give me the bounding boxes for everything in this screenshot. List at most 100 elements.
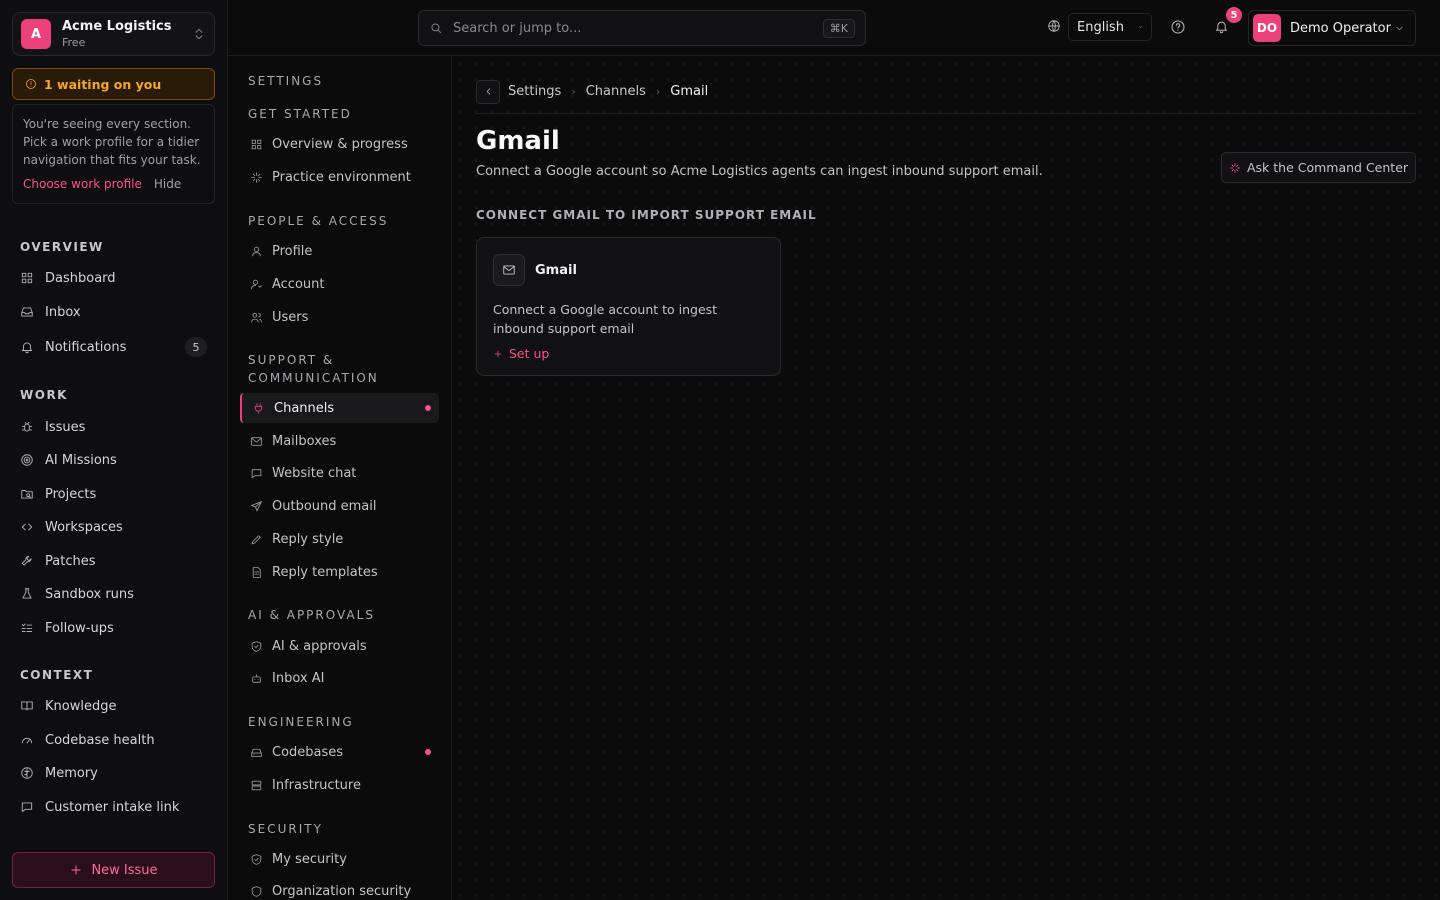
sidebar-item-label: Inbox	[45, 304, 81, 320]
global-search[interactable]: ⌘K	[418, 10, 866, 46]
back-button[interactable]	[476, 79, 500, 104]
sidebar-item-sandbox-runs[interactable]: Sandbox runs	[12, 580, 215, 608]
settings-item-channels[interactable]: Channels	[240, 393, 439, 423]
settings-item-overview-progress[interactable]: Overview & progress	[240, 129, 439, 159]
page-description: Connect a Google account so Acme Logisti…	[476, 164, 1043, 179]
settings-group-engineering: ENGINEERING	[248, 715, 354, 729]
breadcrumb-settings[interactable]: Settings	[508, 84, 561, 99]
grid-icon	[251, 139, 262, 149]
target-icon	[21, 454, 33, 466]
work-profile-hint: You're seeing every section. Pick a work…	[12, 104, 215, 204]
bot-icon	[252, 673, 261, 683]
sidebar-item-label: Projects	[45, 486, 97, 502]
flask-icon	[22, 588, 32, 599]
settings-item-account[interactable]: Account	[240, 269, 439, 299]
sidebar-item-customer-intake-link[interactable]: Customer intake link	[12, 793, 215, 821]
sidebar-item-notifications[interactable]: Notifications 5	[12, 333, 215, 361]
sidebar-item-label: Follow-ups	[45, 620, 114, 636]
set-up-button[interactable]: Set up	[493, 346, 764, 361]
breadcrumb-channels[interactable]: Channels	[586, 84, 646, 99]
settings-item-reply-templates[interactable]: Reply templates	[240, 557, 439, 587]
page-title: Gmail	[476, 126, 560, 156]
org-logo: A	[21, 19, 51, 49]
primary-sidebar: A Acme Logistics Free 1 waiting on you Y…	[0, 0, 228, 900]
new-issue-button[interactable]: New Issue	[12, 852, 215, 888]
settings-item-label: Reply style	[272, 531, 344, 547]
sidebar-item-label: Dashboard	[45, 270, 116, 286]
settings-item-reply-style[interactable]: Reply style	[240, 524, 439, 554]
section-title: CONNECT GMAIL TO IMPORT SUPPORT EMAIL	[476, 208, 817, 222]
sidebar-item-projects[interactable]: Projects	[12, 480, 215, 508]
settings-item-inbox-ai[interactable]: Inbox AI	[240, 663, 439, 693]
search-shortcut: ⌘K	[822, 18, 855, 38]
plus-icon	[494, 350, 502, 357]
bell-icon	[21, 342, 33, 354]
waiting-on-you-banner[interactable]: 1 waiting on you	[12, 68, 215, 100]
hard-drive-icon	[251, 748, 262, 757]
settings-item-ai-approvals[interactable]: AI & approvals	[240, 631, 439, 661]
sidebar-item-label: Issues	[45, 419, 86, 435]
user-menu[interactable]: DO Demo Operator	[1248, 10, 1416, 46]
settings-title: SETTINGS	[248, 74, 324, 88]
settings-item-profile[interactable]: Profile	[240, 236, 439, 266]
settings-item-users[interactable]: Users	[240, 302, 439, 332]
settings-item-label: My security	[272, 851, 347, 867]
folder-search-icon	[21, 490, 33, 499]
sidebar-item-workspaces[interactable]: Workspaces	[12, 513, 215, 541]
chevron-left-icon	[486, 88, 490, 95]
section-title-context: CONTEXT	[20, 668, 94, 682]
waiting-label: 1 waiting on you	[44, 76, 162, 92]
sidebar-item-label: Sandbox runs	[45, 586, 134, 602]
notification-count-badge: 5	[1226, 7, 1242, 23]
sidebar-item-dashboard[interactable]: Dashboard	[12, 264, 215, 292]
book-icon	[21, 701, 33, 711]
org-switcher[interactable]: A Acme Logistics Free	[12, 12, 215, 56]
sidebar-item-inbox[interactable]: Inbox	[12, 298, 215, 326]
sidebar-item-codebase-health[interactable]: Codebase health	[12, 726, 215, 754]
settings-item-practice-environment[interactable]: Practice environment	[240, 162, 439, 192]
chevron-down-icon	[1139, 26, 1142, 28]
shield-icon	[251, 885, 262, 897]
chevron-right-icon: ›	[655, 85, 661, 98]
help-icon[interactable]	[1170, 19, 1186, 35]
ask-command-center-label: Ask the Command Center	[1246, 160, 1409, 175]
ask-command-center-button[interactable]: Ask the Command Center	[1221, 152, 1416, 183]
chevron-right-icon: ›	[571, 85, 576, 98]
sidebar-item-knowledge[interactable]: Knowledge	[12, 692, 215, 720]
sidebar-item-follow-ups[interactable]: Follow-ups	[12, 614, 215, 642]
settings-item-organization-security[interactable]: Organization security	[240, 876, 439, 900]
choose-work-profile-link[interactable]: Choose work profile	[23, 175, 142, 193]
sidebar-item-issues[interactable]: Issues	[12, 413, 215, 441]
sidebar-item-memory[interactable]: Memory	[12, 759, 215, 787]
settings-item-mailboxes[interactable]: Mailboxes	[240, 426, 439, 456]
file-text-icon	[252, 566, 261, 578]
chevrons-up-down-icon	[192, 27, 206, 41]
shield-check-icon	[251, 640, 262, 652]
attention-dot	[425, 749, 431, 755]
settings-item-outbound-email[interactable]: Outbound email	[240, 491, 439, 521]
gauge-icon	[21, 737, 33, 744]
language-select[interactable]: English	[1068, 13, 1152, 41]
card-title: Gmail	[535, 262, 577, 278]
settings-item-codebases[interactable]: Codebases	[240, 737, 439, 767]
settings-item-my-security[interactable]: My security	[240, 844, 439, 874]
mail-icon	[493, 254, 525, 286]
settings-item-infrastructure[interactable]: Infrastructure	[240, 770, 439, 800]
wrench-icon	[21, 555, 32, 566]
settings-item-label: Infrastructure	[272, 777, 361, 793]
globe-icon	[1047, 19, 1061, 33]
settings-item-website-chat[interactable]: Website chat	[240, 458, 439, 488]
card-description: Connect a Google account to ingest inbou…	[493, 302, 718, 336]
notifications-bell-icon[interactable]	[1214, 19, 1229, 34]
sidebar-item-patches[interactable]: Patches	[12, 547, 215, 575]
settings-group-line: SUPPORT &	[248, 353, 335, 367]
sidebar-item-ai-missions[interactable]: AI Missions	[12, 446, 215, 474]
settings-nav: SETTINGS GET STARTED Overview & progress…	[228, 56, 452, 900]
user-cog-icon	[251, 279, 262, 289]
hide-hint-link[interactable]: Hide	[154, 175, 181, 193]
settings-item-label: Users	[272, 309, 309, 325]
sidebar-item-label: Notifications	[45, 339, 127, 355]
settings-group-ai-approvals: AI & APPROVALS	[248, 608, 375, 622]
section-title-overview: OVERVIEW	[20, 240, 104, 254]
search-input[interactable]	[453, 20, 823, 36]
